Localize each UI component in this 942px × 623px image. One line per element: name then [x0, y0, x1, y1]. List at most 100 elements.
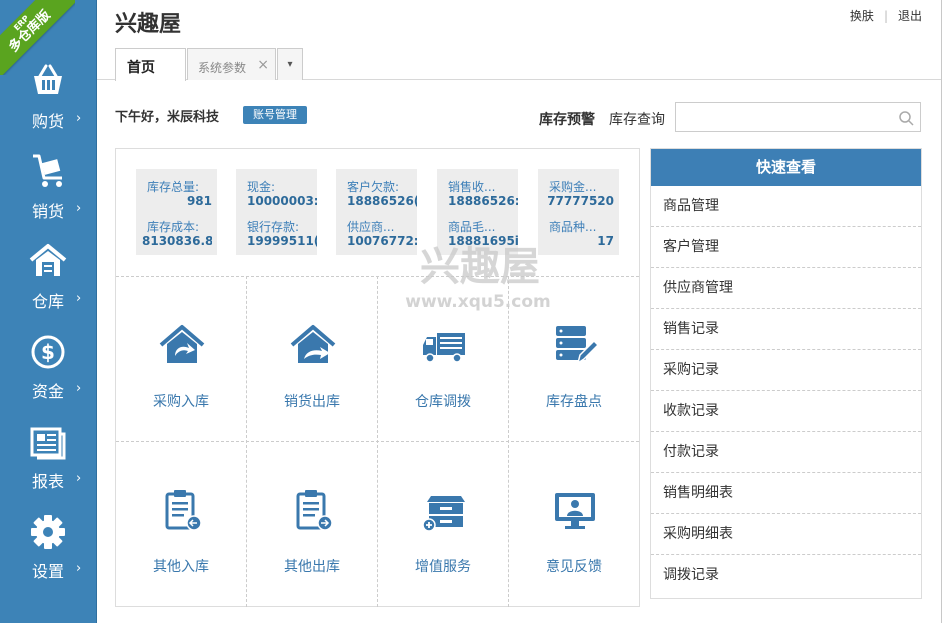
- stat-value: 10000003:: [247, 194, 317, 208]
- chevron-right-icon: ›: [76, 291, 82, 306]
- warehouse-icon: [29, 244, 67, 276]
- home-in-icon: [159, 325, 205, 363]
- sidebar-item-reports[interactable]: 报表 ›: [0, 422, 97, 512]
- tab-label: 系统参数: [198, 61, 247, 75]
- quick-item-purchase-detail[interactable]: 采购明细表: [651, 514, 921, 555]
- quick-item-purchase-records[interactable]: 采购记录: [651, 350, 921, 391]
- app-title: 兴趣屋: [115, 12, 182, 37]
- quick-item-product-management[interactable]: 商品管理: [651, 186, 921, 227]
- close-icon[interactable]: ×: [257, 57, 269, 73]
- stat-label: 商品种...: [549, 220, 597, 234]
- truck-icon: [423, 333, 465, 363]
- switch-skin-link[interactable]: 换肤: [850, 7, 874, 24]
- chevron-right-icon: ›: [76, 111, 82, 126]
- tab-more-dropdown[interactable]: ▾: [277, 48, 303, 80]
- account-management-button[interactable]: 账号管理: [243, 106, 307, 124]
- tab-system-params[interactable]: 系统参数 ×: [187, 48, 276, 80]
- stock-search-input[interactable]: [676, 103, 891, 131]
- tile-sales-out[interactable]: 销货出库: [247, 277, 377, 441]
- stat-value: 19999511(: [247, 234, 317, 248]
- sidebar-item-purchase[interactable]: 购货 ›: [0, 62, 97, 152]
- link-divider: |: [883, 9, 888, 23]
- quick-item-sales-detail[interactable]: 销售明细表: [651, 473, 921, 514]
- stock-query-label: 库存查询: [609, 112, 665, 128]
- stat-value: 18881695i: [448, 234, 518, 248]
- stat-value: 10076772:: [347, 234, 417, 248]
- stat-label: 客户欠款:: [347, 180, 400, 194]
- sidebar: ERP 多仓库版 购货 › 销货 › 仓库 › $ 资金 › 报表 › 设置 ›: [0, 0, 97, 623]
- stat-label: 销售收...: [448, 180, 496, 194]
- quick-item-transfer-records[interactable]: 调拨记录: [651, 555, 921, 596]
- chevron-right-icon: ›: [76, 471, 82, 486]
- quick-item-customer-management[interactable]: 客户管理: [651, 227, 921, 268]
- tab-home[interactable]: 首页: [115, 48, 186, 81]
- stat-value: 8130836.8: [142, 234, 212, 248]
- stat-card: 客户欠款: 18886526( 供应商... 10076772:: [336, 169, 417, 255]
- home-out-icon: [290, 325, 336, 363]
- stat-label: 供应商...: [347, 220, 395, 234]
- quick-item-receipt-records[interactable]: 收款记录: [651, 391, 921, 432]
- clipboard-out-icon: [296, 490, 333, 531]
- sidebar-item-label: 报表: [32, 472, 65, 491]
- quick-item-payment-records[interactable]: 付款记录: [651, 432, 921, 473]
- search-icon[interactable]: [898, 110, 914, 126]
- sidebar-item-funds[interactable]: $ 资金 ›: [0, 332, 97, 422]
- stat-label: 商品毛...: [448, 220, 496, 234]
- stat-label: 采购金...: [549, 180, 597, 194]
- tile-label: 采购入库: [153, 394, 209, 410]
- tile-other-out[interactable]: 其他出库: [247, 442, 377, 606]
- sidebar-item-sales[interactable]: 销货 ›: [0, 152, 97, 242]
- sidebar-item-label: 销货: [32, 202, 65, 221]
- tile-stocktake[interactable]: 库存盘点: [509, 277, 639, 441]
- stat-label: 银行存款:: [247, 220, 300, 234]
- quick-item-supplier-management[interactable]: 供应商管理: [651, 268, 921, 309]
- clipboard-in-icon: [165, 490, 202, 531]
- stock-search-box: [675, 102, 921, 132]
- database-edit-icon: [556, 326, 598, 365]
- tile-transfer[interactable]: 仓库调拨: [378, 277, 508, 441]
- stat-label: 库存成本:: [147, 220, 200, 234]
- svg-text:$: $: [41, 340, 55, 364]
- report-icon: [30, 427, 66, 460]
- stat-card: 库存总量: 981 库存成本: 8130836.8: [136, 169, 217, 255]
- tile-value-added[interactable]: 增值服务: [378, 442, 508, 606]
- stat-label: 现金:: [247, 180, 276, 194]
- stat-card: 采购金... 77777520 商品种... 17: [538, 169, 619, 255]
- stat-label: 库存总量:: [147, 180, 200, 194]
- edition-ribbon: ERP 多仓库版: [0, 0, 75, 75]
- tile-purchase-in[interactable]: 采购入库: [116, 277, 246, 441]
- header: 兴趣屋 换肤 | 退出 首页 系统参数 × ▾: [97, 0, 942, 81]
- tile-label: 其他出库: [284, 559, 340, 575]
- stat-value: 18886526(: [347, 194, 417, 208]
- stat-value: 981: [186, 194, 212, 208]
- sidebar-item-label: 仓库: [32, 292, 65, 311]
- quick-item-sales-records[interactable]: 销售记录: [651, 309, 921, 350]
- tile-label: 其他入库: [153, 559, 209, 575]
- sidebar-item-settings[interactable]: 设置 ›: [0, 512, 97, 602]
- sidebar-item-label: 资金: [32, 382, 65, 401]
- cart-icon: [33, 154, 62, 187]
- sidebar-item-label: 设置: [32, 562, 65, 581]
- stat-value: 77777520: [547, 194, 614, 208]
- monitor-user-icon: [555, 493, 595, 529]
- greeting-text: 下午好，米辰科技: [115, 110, 220, 125]
- sidebar-item-label: 购货: [32, 112, 65, 131]
- logout-link[interactable]: 退出: [898, 7, 922, 24]
- chevron-down-icon: ▾: [287, 59, 293, 70]
- quick-view-header: 快速查看: [651, 149, 921, 186]
- dollar-icon: $: [31, 335, 65, 369]
- tile-label: 仓库调拨: [415, 394, 471, 410]
- chevron-right-icon: ›: [76, 561, 82, 576]
- top-links: 换肤 | 退出: [850, 7, 922, 24]
- stat-value: 18886526:: [448, 194, 518, 208]
- gear-icon: [31, 515, 65, 549]
- stat-card: 销售收... 18886526: 商品毛... 18881695i: [437, 169, 518, 255]
- dashboard-panel: 库存总量: 981 库存成本: 8130836.8 现金: 10000003: …: [115, 148, 640, 607]
- stock-alert-link[interactable]: 库存预警: [539, 109, 595, 129]
- tile-label: 销货出库: [284, 394, 340, 410]
- sidebar-item-warehouse[interactable]: 仓库 ›: [0, 242, 97, 332]
- quick-view-panel: 快速查看 商品管理 客户管理 供应商管理 销售记录 采购记录 收款记录 付款记录…: [650, 148, 922, 599]
- tile-feedback[interactable]: 意见反馈: [509, 442, 639, 606]
- cabinet-add-icon: [422, 496, 465, 532]
- tile-other-in[interactable]: 其他入库: [116, 442, 246, 606]
